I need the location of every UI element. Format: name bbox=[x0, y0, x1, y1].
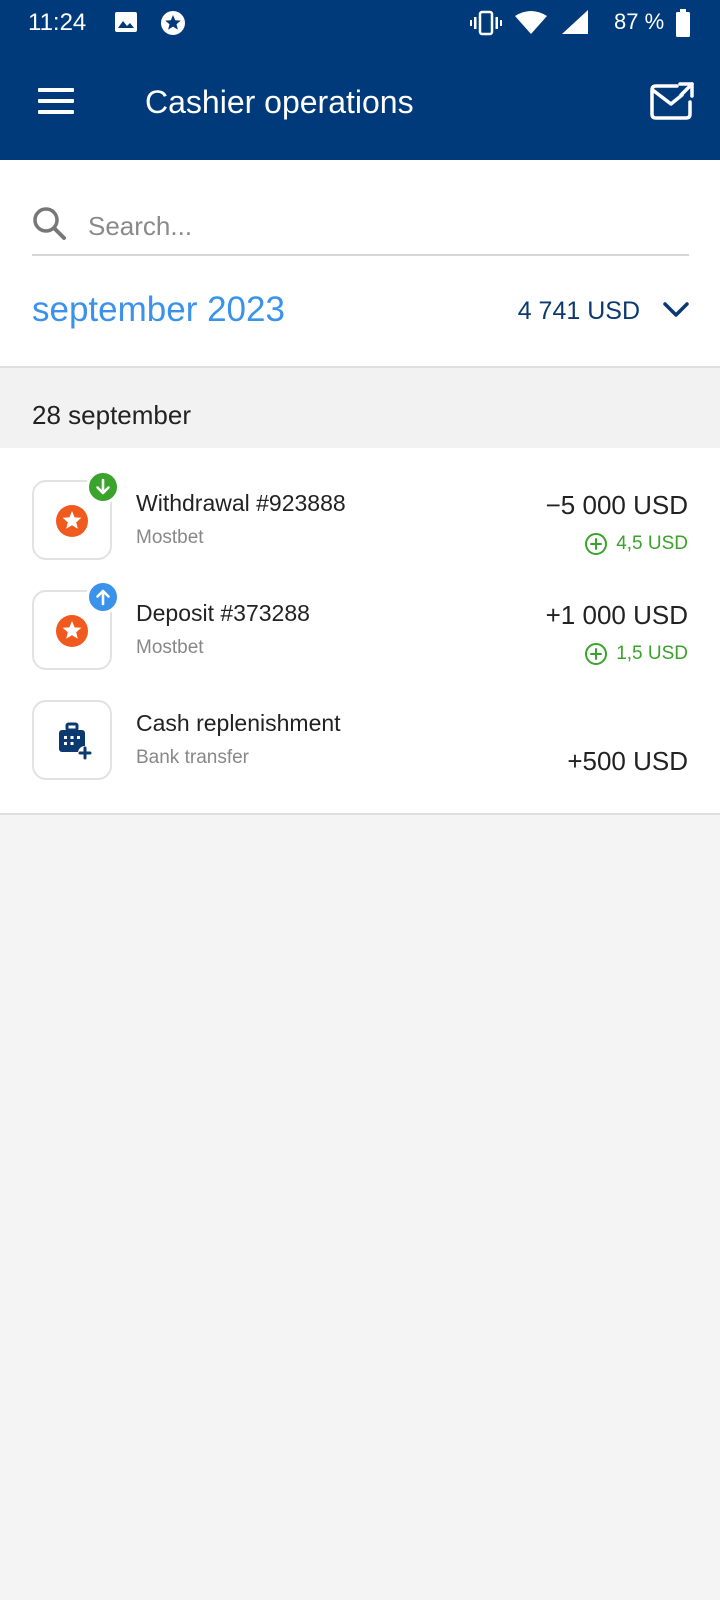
divider bbox=[0, 813, 720, 815]
cashback-badge: 1,5 USD bbox=[584, 642, 688, 666]
filter-panel: september 2023 4 741 USD bbox=[0, 160, 720, 367]
arrow-down-icon bbox=[86, 470, 120, 504]
transaction-row[interactable]: Cash replenishment Bank transfer +500 US… bbox=[0, 668, 720, 780]
mail-icon[interactable] bbox=[650, 82, 694, 122]
transaction-row[interactable]: Deposit #373288 Mostbet +1 000 USD 1,5 U… bbox=[0, 558, 720, 670]
battery-icon bbox=[676, 9, 690, 42]
search-icon bbox=[32, 206, 68, 242]
battery-percent: 87 % bbox=[614, 9, 665, 34]
app-bar: Cashier operations bbox=[0, 48, 720, 160]
signal-icon bbox=[560, 10, 590, 41]
page-title: Cashier operations bbox=[145, 84, 414, 120]
cashback-badge: 4,5 USD bbox=[584, 532, 688, 556]
vibrate-icon bbox=[470, 10, 502, 41]
chevron-down-icon bbox=[662, 300, 690, 320]
date-group-header: 28 september bbox=[0, 368, 720, 448]
cashback-amount: 1,5 USD bbox=[616, 643, 688, 664]
transaction-amount: −5 000 USD bbox=[545, 490, 688, 520]
search-bar bbox=[32, 206, 689, 256]
status-bar: 11:24 87 % bbox=[0, 0, 720, 48]
transaction-title: Withdrawal #923888 bbox=[136, 490, 346, 516]
status-time: 11:24 bbox=[28, 9, 87, 36]
period-selector[interactable]: september 2023 4 741 USD bbox=[0, 290, 720, 366]
arrow-up-icon bbox=[86, 580, 120, 614]
transaction-subtitle: Mostbet bbox=[136, 637, 204, 658]
search-input[interactable] bbox=[88, 206, 678, 246]
star-app-icon bbox=[160, 10, 186, 41]
transaction-amount: +1 000 USD bbox=[545, 600, 688, 630]
transaction-row[interactable]: Withdrawal #923888 Mostbet −5 000 USD 4,… bbox=[0, 448, 720, 560]
image-icon bbox=[114, 10, 138, 39]
month-label: september 2023 bbox=[32, 290, 285, 329]
transaction-title: Cash replenishment bbox=[136, 710, 341, 736]
transaction-amount: +500 USD bbox=[567, 746, 688, 776]
mostbet-star-icon bbox=[55, 614, 89, 648]
month-total: 4 741 USD bbox=[517, 297, 640, 325]
transaction-icon-tile bbox=[32, 700, 112, 780]
cashback-amount: 4,5 USD bbox=[616, 533, 688, 554]
hamburger-menu-icon[interactable] bbox=[36, 86, 76, 116]
transaction-list: Withdrawal #923888 Mostbet −5 000 USD 4,… bbox=[0, 448, 720, 814]
plus-circle-icon bbox=[585, 533, 608, 555]
date-label: 28 september bbox=[32, 400, 191, 430]
transaction-subtitle: Mostbet bbox=[136, 527, 204, 548]
transaction-title: Deposit #373288 bbox=[136, 600, 310, 626]
mostbet-star-icon bbox=[55, 504, 89, 538]
wifi-icon bbox=[515, 10, 547, 41]
transaction-subtitle: Bank transfer bbox=[136, 747, 249, 768]
cash-register-plus-icon bbox=[56, 722, 92, 760]
plus-circle-icon bbox=[585, 643, 608, 665]
